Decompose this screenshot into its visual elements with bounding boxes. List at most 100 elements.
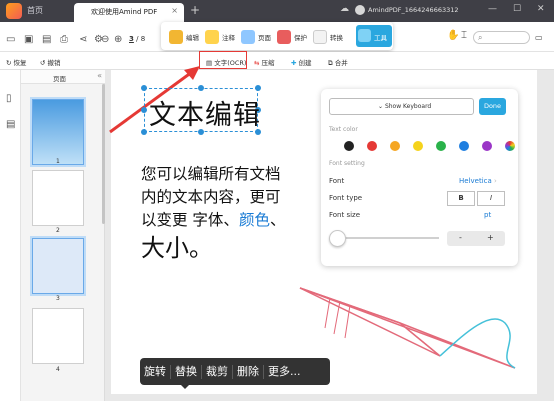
user-name[interactable]: AmindPDF_1664246663312 — [368, 6, 459, 14]
more-menu-item[interactable]: 更多... — [264, 365, 305, 379]
tools-icon — [358, 29, 371, 42]
font-size-stepper: - + — [447, 231, 505, 246]
left-icon-strip: ▯ ▤ — [0, 70, 21, 401]
resize-handle[interactable] — [141, 129, 147, 135]
rotate-menu-item[interactable]: 旋转 — [140, 364, 171, 379]
hand-icon[interactable]: ✋ — [447, 30, 459, 41]
document-title[interactable]: 文本编辑 — [149, 93, 261, 132]
select-icon[interactable]: ⌶ — [461, 30, 467, 41]
avatar[interactable] — [355, 5, 365, 15]
color-wheel-icon[interactable] — [505, 141, 515, 151]
tool-annotate[interactable]: 注释 — [205, 28, 235, 46]
search-icon: ⌕ — [478, 33, 483, 42]
tool-tools[interactable]: 工具 — [356, 25, 392, 47]
thumbnail-page-4[interactable] — [32, 308, 84, 364]
merge-button[interactable]: ⧉ 合并 — [328, 57, 348, 68]
color-swatch-green[interactable] — [436, 141, 446, 151]
body-line: 以变更 字体、颜色、 — [141, 209, 311, 232]
font-size-unit: pt — [484, 211, 492, 219]
cloud-icon[interactable]: ☁ — [340, 4, 349, 14]
tool-edit[interactable]: 编辑 — [169, 28, 199, 46]
thumbnail-num-4: 4 — [56, 366, 60, 373]
thumbnail-page-2[interactable] — [32, 170, 84, 226]
open-folder-icon[interactable]: ▭ — [6, 35, 15, 45]
crop-menu-item[interactable]: 裁剪 — [202, 364, 233, 379]
redo-label: 撤销 — [47, 59, 61, 67]
tool-protect-label: 保护 — [294, 34, 307, 42]
home-tab[interactable]: 首页 — [27, 5, 43, 16]
context-menu: 旋转 替换 裁剪 删除 更多... — [140, 358, 330, 385]
redo-button[interactable]: ↺ 撤销 — [40, 57, 61, 67]
font-setting-label: Font setting — [329, 160, 365, 167]
title-bar: 首页 欢迎使用Amind PDF × + ☁ AmindPDF_16642466… — [0, 0, 554, 22]
color-swatch-orange[interactable] — [390, 141, 400, 151]
undo-button[interactable]: ↻ 恢复 — [6, 57, 27, 67]
bookmark-icon[interactable]: ▤ — [6, 120, 15, 130]
next-page-icon[interactable]: ⊕ — [114, 35, 122, 45]
print-icon[interactable]: ⎙ — [60, 35, 68, 45]
page-current[interactable]: 3 — [129, 35, 134, 43]
close-window-icon[interactable]: ✕ — [537, 4, 545, 14]
color-swatch-yellow[interactable] — [413, 141, 423, 151]
compress-button[interactable]: ⇆ 压缩 — [254, 57, 275, 67]
maximize-icon[interactable]: ☐ — [513, 4, 521, 14]
thumbnail-page-1[interactable] — [32, 99, 84, 165]
tool-protect[interactable]: 保护 — [277, 28, 307, 46]
keyboard-select-text: ⌄ Show Keyboard — [378, 103, 432, 110]
edit-icon — [169, 30, 183, 44]
annotate-icon — [205, 30, 219, 44]
tool-convert-label: 转换 — [330, 34, 343, 42]
font-size-slider[interactable] — [336, 237, 439, 239]
keyboard-select-label: Show Keyboard — [384, 103, 432, 110]
body-line: 您可以编辑所有文档 — [141, 165, 281, 183]
color-swatch-blue[interactable] — [459, 141, 469, 151]
font-size-slider-knob[interactable] — [329, 230, 346, 247]
thumbnail-page-3[interactable] — [32, 238, 84, 294]
resize-handle[interactable] — [141, 107, 147, 113]
merge-label: 合并 — [334, 59, 348, 67]
thumbnail-header: 页面 « — [21, 70, 105, 84]
font-label: Font — [329, 177, 345, 185]
color-swatch-purple[interactable] — [482, 141, 492, 151]
document-tab[interactable]: 欢迎使用Amind PDF × — [74, 3, 184, 22]
font-value[interactable]: Helvetica › — [459, 177, 497, 185]
new-tab-icon[interactable]: + — [190, 4, 200, 16]
bold-button[interactable]: B — [447, 191, 475, 206]
save-as-icon[interactable]: ▤ — [42, 35, 51, 45]
color-swatch-red[interactable] — [367, 141, 377, 151]
prev-page-icon[interactable]: ⊖ — [101, 35, 109, 45]
resize-handle[interactable] — [255, 85, 261, 91]
decrease-button[interactable]: - — [459, 233, 462, 242]
thumbnails-icon[interactable]: ▯ — [6, 94, 12, 104]
tool-convert[interactable]: 转换 — [313, 28, 343, 46]
secondary-toolbar — [0, 52, 554, 70]
italic-button[interactable]: I — [477, 191, 505, 206]
minimize-icon[interactable]: — — [488, 4, 497, 14]
save-icon[interactable]: ▣ — [24, 35, 33, 45]
close-tab-icon[interactable]: × — [171, 6, 178, 15]
convert-icon — [313, 30, 327, 44]
share-icon[interactable]: ⋖ — [79, 35, 87, 45]
document-body[interactable]: 您可以编辑所有文档 内的文本内容，更可 以变更 字体、颜色、 大小。 — [141, 163, 311, 264]
compress-label: 压缩 — [261, 59, 275, 67]
font-value-text: Helvetica — [459, 177, 492, 185]
tool-page[interactable]: 页面 — [241, 28, 271, 46]
page-indicator[interactable]: 3 / 8 — [129, 35, 145, 43]
text-format-panel: ⌄ Show Keyboard Done Text color Font set… — [321, 89, 518, 266]
increase-button[interactable]: + — [487, 233, 494, 242]
resize-handle[interactable] — [198, 85, 204, 91]
search-input[interactable]: ⌕ — [473, 31, 530, 44]
thumbnail-header-label: 页面 — [53, 75, 66, 83]
resize-handle[interactable] — [141, 85, 147, 91]
done-button[interactable]: Done — [479, 98, 506, 115]
create-button[interactable]: ✚ 创建 — [291, 57, 312, 67]
app-logo — [6, 3, 22, 19]
toggle-panel-icon[interactable]: ▭ — [535, 33, 543, 42]
replace-menu-item[interactable]: 替换 — [171, 364, 202, 379]
tool-edit-label: 编辑 — [186, 34, 199, 42]
keyboard-select[interactable]: ⌄ Show Keyboard — [329, 98, 474, 115]
color-swatch-black[interactable] — [344, 141, 354, 151]
thumbnail-num-3: 3 — [56, 295, 60, 302]
delete-menu-item[interactable]: 删除 — [233, 364, 264, 379]
tool-palette: 编辑 注释 页面 保护 转换 工具 — [161, 22, 393, 50]
